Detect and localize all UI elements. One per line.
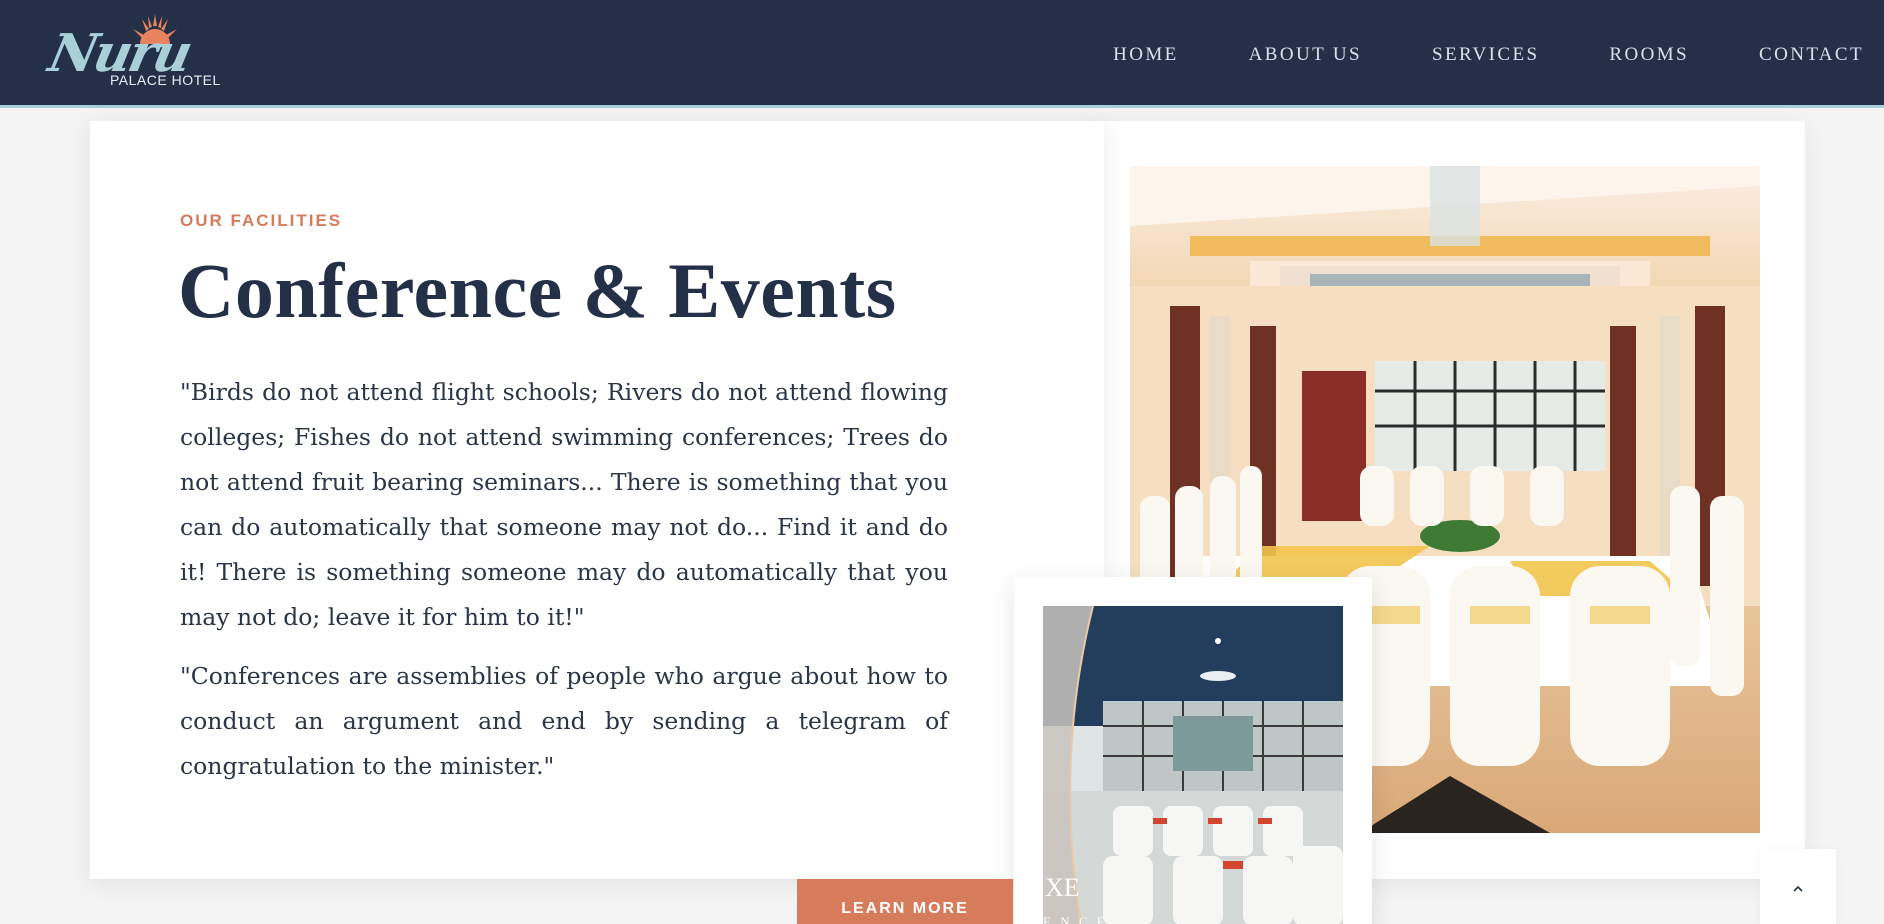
quote-paragraph-1: "Birds do not attend flight schools; Riv… [180, 378, 948, 631]
page-title: Conference & Events [178, 247, 897, 334]
image-caption-text: XE [1045, 873, 1080, 902]
nav-item-contact[interactable]: CONTACT [1759, 44, 1864, 66]
learn-more-button[interactable]: LEARN MORE [797, 879, 1013, 924]
site-header: Nuru PALACE HOTEL HOME ABOUT US SERVICES… [0, 0, 1884, 108]
dining-hall-image: XE E N C E [1043, 606, 1343, 924]
nav-item-home[interactable]: HOME [1113, 44, 1179, 66]
image-caption-subtext: E N C E [1043, 914, 1108, 924]
facilities-card: OUR FACILITIES Conference & Events "Bird… [90, 121, 1104, 879]
nav-item-rooms[interactable]: ROOMS [1609, 44, 1689, 66]
main-nav: HOME ABOUT US SERVICES ROOMS CONTACT [1043, 44, 1864, 66]
quote-paragraph-2: "Conferences are assemblies of people wh… [180, 662, 948, 780]
site-logo[interactable]: Nuru PALACE HOTEL [44, 14, 228, 94]
nav-item-about-us[interactable]: ABOUT US [1249, 44, 1362, 66]
nav-item-services[interactable]: SERVICES [1432, 44, 1539, 66]
section-eyebrow: OUR FACILITIES [180, 211, 343, 230]
scroll-to-top-button[interactable] [1760, 849, 1836, 924]
logo-subtitle: PALACE HOTEL [110, 72, 221, 88]
chevron-up-icon [1793, 885, 1803, 892]
